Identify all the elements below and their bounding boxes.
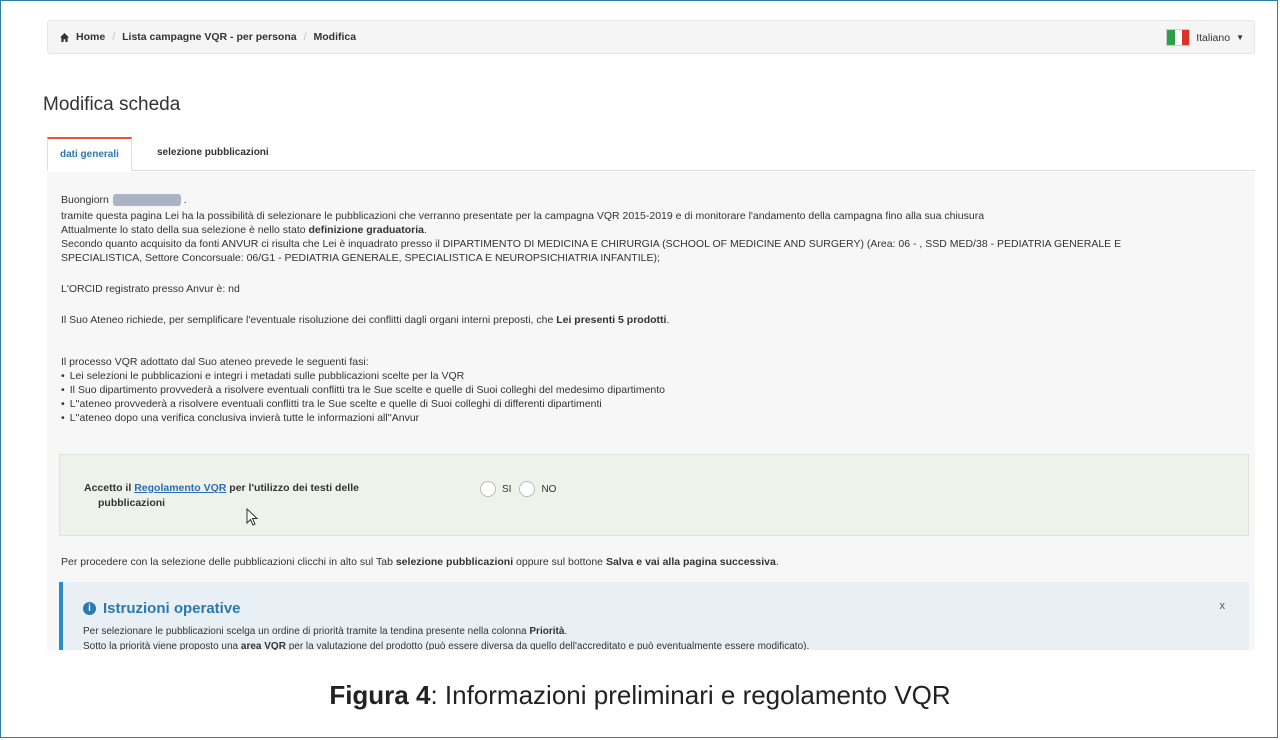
status-text: Attualmente lo stato della sua selezione… [61,224,309,236]
caret-down-icon: ▼ [1236,33,1244,42]
process-step: L''ateneo dopo una verifica conclusiva i… [61,412,419,424]
accept-regulation-box: Accetto il Regolamento VQR per l'utilizz… [59,454,1249,536]
status-value: definizione graduatoria [308,224,425,236]
instructions-line: Sotto la priorità viene proposto una are… [83,641,809,650]
caption-text: : Informazioni preliminari e regolamento… [430,680,951,710]
breadcrumb: Home / Lista campagne VQR - per persona … [47,20,1255,54]
accept-radio-group: SI NO [480,481,564,497]
figure-caption: Figura 4: Informazioni preliminari e reg… [0,680,1280,711]
proceed-text-mid: oppure sul bottone [513,556,606,568]
instructions-area: area VQR [240,641,286,650]
status-end: . [424,224,427,236]
ateneo-text: Il Suo Ateneo richiede, per semplificare… [61,314,557,326]
tab-selezione-pubblicazioni[interactable]: selezione pubblicazioni [145,137,281,170]
breadcrumb-separator: / [303,31,307,43]
tab-bar: dati generali selezione pubblicazioni [47,137,1255,171]
department-line: Secondo quanto acquisito da fonti ANVUR … [61,238,1122,250]
proceed-button-name: Salva e vai alla pagina successiva [605,556,776,568]
ateneo-products: Lei presenti 5 prodotti [556,314,667,326]
greeting-text: Buongiorn [61,194,109,206]
proceed-tab-name: selezione pubblicazioni [395,556,514,568]
language-label: Italiano [1196,31,1231,44]
proceed-text: Per procedere con la selezione delle pub… [61,556,396,568]
info-icon: i [83,602,96,615]
accept-text-line2: pubblicazioni [98,497,166,509]
regolamento-vqr-link[interactable]: Regolamento VQR [134,482,226,494]
instructions-text: Per selezionare le pubblicazioni scelga … [83,626,530,637]
redacted-name [112,194,181,207]
greeting-end: . [183,194,187,206]
process-step: L''ateneo provvederà a risolvere eventua… [61,398,602,410]
radio-no[interactable] [519,481,536,497]
tab-content: Buongiorn . tramite questa pagina Lei ha… [47,172,1255,650]
status-line: Attualmente lo stato della sua selezione… [61,224,427,236]
tab-dati-generali[interactable]: dati generali [47,137,132,171]
orcid-line: L'ORCID registrato presso Anvur è: nd [61,283,240,295]
language-selector[interactable]: Italiano ▼ [1166,29,1244,46]
radio-si-label: SI [502,483,512,495]
italian-flag-icon [1166,29,1191,46]
mouse-cursor-icon [246,508,259,526]
home-icon [60,32,69,42]
department-line-2: SPECIALISTICA, Settore Concorsuale: 06/G… [61,252,660,264]
breadcrumb-separator: / [112,31,116,43]
close-icon[interactable]: x [1220,600,1226,612]
instructions-end: . [564,626,568,637]
process-intro: Il processo VQR adottato dal Suo ateneo … [61,356,369,368]
instructions-end: per la valutazione del prodotto (può ess… [285,641,810,650]
breadcrumb-current: Modifica [313,31,357,43]
instructions-title-text: Istruzioni operative [103,600,241,617]
process-step: Lei selezioni le pubblicazioni e integri… [61,370,465,382]
accept-label: Accetto il Regolamento VQR per l'utilizz… [84,481,414,511]
intro-line: tramite questa pagina Lei ha la possibil… [61,210,985,222]
screenshot: Home / Lista campagne VQR - per persona … [10,10,1268,650]
radio-no-label: NO [541,483,557,495]
accept-text-end: per l'utilizzo dei testi delle [226,482,359,494]
caption-label: Figura 4 [329,680,431,710]
accept-text: Accetto il [84,482,135,494]
instructions-text: Sotto la priorità viene proposto una [83,641,241,650]
proceed-line: Per procedere con la selezione delle pub… [61,556,779,568]
breadcrumb-home-link[interactable]: Home [76,31,105,43]
instructions-priority: Priorità [529,626,565,637]
process-step: Il Suo dipartimento provvederà a risolve… [61,384,665,396]
breadcrumb-list-link[interactable]: Lista campagne VQR - per persona [122,31,296,43]
instructions-panel: i Istruzioni operative x Per selezionare… [59,582,1249,650]
radio-si[interactable] [480,481,496,497]
instructions-title: i Istruzioni operative [83,600,241,617]
instructions-line: Per selezionare le pubblicazioni scelga … [83,626,567,637]
ateneo-line: Il Suo Ateneo richiede, per semplificare… [61,314,669,326]
proceed-end: . [775,556,779,568]
ateneo-end: . [666,314,670,326]
page-title: Modifica scheda [43,94,181,115]
greeting: Buongiorn . [61,194,187,207]
